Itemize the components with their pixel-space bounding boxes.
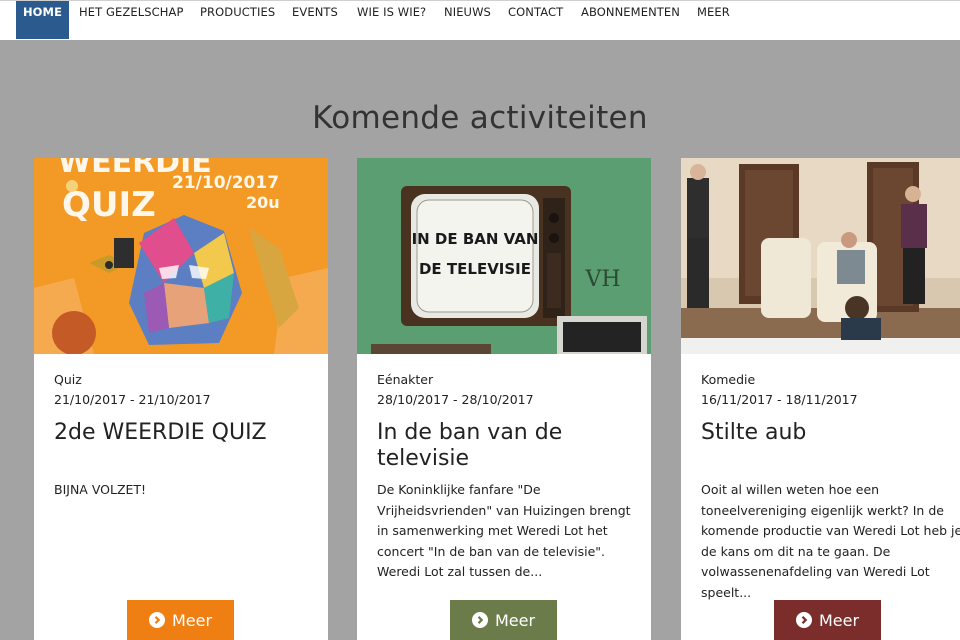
nav-item-abonnementen[interactable]: ABONNEMENTEN [581, 1, 680, 39]
nav-item-het-gezelschap[interactable]: HET GEZELSCHAP [79, 1, 184, 39]
quiz-poster: WEERDIE QUIZ 21/10/2017 20u [34, 158, 328, 354]
meer-button-label: Meer [171, 610, 213, 630]
event-dates: 28/10/2017 - 28/10/2017 [377, 392, 534, 407]
event-description: Ooit al willen weten hoe een toneelveren… [701, 482, 960, 600]
nav-item-contact[interactable]: CONTACT [508, 1, 563, 39]
svg-text:QUIZ: QUIZ [62, 185, 156, 225]
event-description: BIJNA VOLZET! [54, 482, 147, 497]
event-dates: 16/11/2017 - 18/11/2017 [701, 392, 858, 407]
svg-text:21/10/2017: 21/10/2017 [172, 173, 279, 193]
event-image-quiz[interactable]: WEERDIE QUIZ 21/10/2017 20u [34, 158, 328, 354]
event-image-stilte-aub[interactable] [681, 158, 960, 354]
svg-text:VH: VH [584, 267, 620, 292]
chevron-right-icon [471, 612, 488, 628]
svg-text:IN DE BAN VAN: IN DE BAN VAN [412, 230, 539, 248]
chevron-right-icon [148, 612, 165, 628]
svg-text:DE TELEVISIE: DE TELEVISIE [419, 260, 531, 278]
televisie-poster: IN DE BAN VAN DE TELEVISIE VH [357, 158, 651, 354]
chevron-right-icon [795, 612, 812, 628]
meer-button[interactable]: Meer [127, 600, 234, 640]
event-title[interactable]: Stilte aub [701, 420, 960, 446]
event-card-stilte-aub: Komedie 16/11/2017 - 18/11/2017 Stilte a… [681, 158, 960, 640]
event-card-quiz: WEERDIE QUIZ 21/10/2017 20u Quiz 21/10/2… [34, 158, 328, 640]
nav-item-events[interactable]: EVENTS [292, 1, 338, 39]
nav-item-home[interactable]: HOME [16, 1, 69, 39]
rehearsal-photo [681, 158, 960, 354]
meer-button[interactable]: Meer [450, 600, 557, 640]
meer-button-label: Meer [494, 610, 536, 630]
svg-text:20u: 20u [246, 193, 280, 212]
meer-button-label: Meer [818, 610, 860, 630]
main-navigation: HOME HET GEZELSCHAP PRODUCTIES EVENTS WI… [0, 0, 960, 40]
event-dates: 21/10/2017 - 21/10/2017 [54, 392, 211, 407]
nav-item-wie-is-wie[interactable]: WIE IS WIE? [357, 1, 426, 39]
nav-item-producties[interactable]: PRODUCTIES [200, 1, 275, 39]
event-title[interactable]: In de ban van de televisie [377, 420, 637, 472]
nav-item-nieuws[interactable]: NIEUWS [444, 1, 491, 39]
section-heading: Komende activiteiten [312, 100, 648, 136]
event-category: Eénakter [377, 372, 434, 387]
event-title[interactable]: 2de WEERDIE QUIZ [54, 420, 314, 446]
event-description: De Koninklijke fanfare "De Vrijheidsvrie… [377, 482, 631, 579]
event-category: Komedie [701, 372, 756, 387]
event-card-televisie: IN DE BAN VAN DE TELEVISIE VH Eénakter 2… [357, 158, 651, 640]
nav-item-meer[interactable]: MEER [697, 1, 730, 39]
event-image-televisie[interactable]: IN DE BAN VAN DE TELEVISIE VH [357, 158, 651, 354]
meer-button[interactable]: Meer [774, 600, 881, 640]
event-category: Quiz [54, 372, 82, 387]
